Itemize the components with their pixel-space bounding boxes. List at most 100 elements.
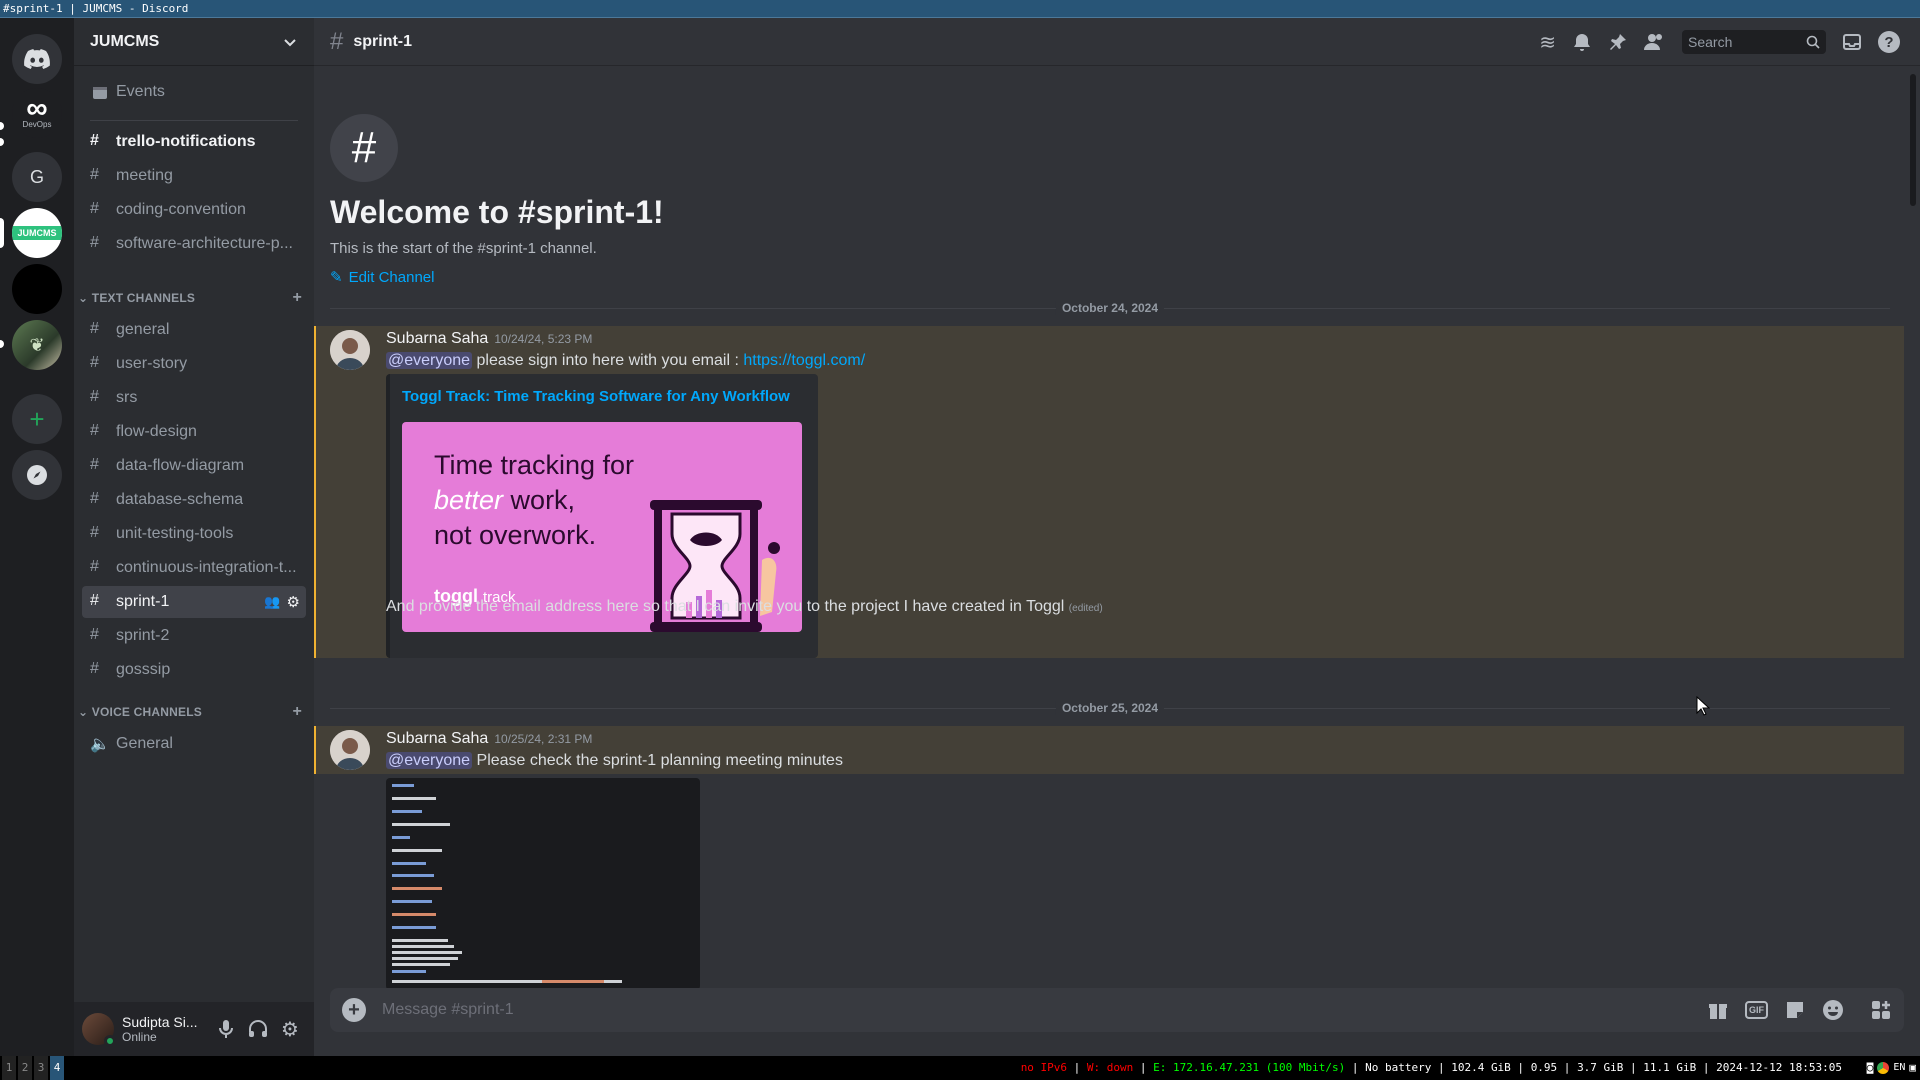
help-icon[interactable]: ? [1878,31,1900,53]
explore-servers-button[interactable] [12,450,62,500]
member-list-icon[interactable] [1644,32,1666,52]
sticker-icon[interactable] [1784,999,1806,1021]
discord-home-button[interactable] [12,34,62,84]
author-name[interactable]: Subarna Saha [386,330,488,347]
channel-label: General [116,735,173,752]
wifi-status: W: down [1086,1061,1134,1074]
chevron-down-icon: ⌄ [78,705,92,719]
image-attachment[interactable] [386,778,700,990]
notification-bell-icon[interactable] [1572,32,1592,52]
user-info[interactable]: Sudipta Si... Online [122,1014,210,1044]
server-jumcms[interactable]: JUMCMS [12,208,62,258]
emoji-icon[interactable] [1822,999,1844,1021]
search-input[interactable]: Search [1682,30,1826,54]
speaker-icon: 🔈 [90,736,110,753]
channel-general[interactable]: # general [82,314,306,346]
gift-icon[interactable] [1707,999,1729,1021]
voice-channels-category[interactable]: ⌄ VOICE CHANNELS + [78,702,310,722]
channel-srs[interactable]: # srs [82,382,306,414]
workspace-2[interactable]: 2 [18,1056,32,1080]
channel-continuous-integration[interactable]: # continuous-integration-t... [82,552,306,584]
search-placeholder: Search [1688,34,1733,50]
embed-title[interactable]: Toggl Track: Time Tracking Software for … [402,388,790,405]
channel-label: trello-notifications [116,133,256,150]
message-input[interactable]: Message #sprint-1 [382,1001,1699,1019]
workspace-3[interactable]: 3 [34,1056,48,1080]
channel-flow-design[interactable]: # flow-design [82,416,306,448]
microphone-icon[interactable] [210,1019,242,1039]
gif-icon[interactable]: GIF [1745,1001,1768,1019]
events-item[interactable]: Events [82,76,306,108]
channel-sprint-2[interactable]: # sprint-2 [82,620,306,652]
channel-header: # sprint-1 ≋ Search ? [314,18,1920,66]
workspace-4[interactable]: 4 [50,1056,64,1080]
language-indicator[interactable]: EN [1893,1056,1905,1080]
message-content: @everyone please sign into here with you… [386,352,865,370]
server-image[interactable]: ❦ [12,320,62,370]
channel-gosssip[interactable]: # gosssip [82,654,306,686]
threads-icon[interactable]: ≋ [1539,30,1556,55]
voice-channel-general[interactable]: 🔈 General [82,728,306,760]
system-statusbar: 1234 no IPv6 | W: down | E: 172.16.47.23… [0,1056,1920,1080]
unread-pill [0,340,4,348]
welcome-title: Welcome to #sprint-1! [330,194,664,230]
welcome-subtitle: This is the start of the #sprint-1 chann… [330,240,597,257]
inbox-icon[interactable] [1842,32,1862,52]
server-jumcms-label: JUMCMS [12,226,62,240]
online-status-dot [104,1035,116,1047]
edit-channel-link[interactable]: ✎ Edit Channel [330,268,434,287]
date-label: October 24, 2024 [1055,301,1165,315]
user-status: Online [122,1030,157,1044]
chevron-down-icon [282,34,298,50]
avatar[interactable] [82,1013,116,1047]
channel-unit-testing-tools[interactable]: # unit-testing-tools [82,518,306,550]
channel-software-architecture[interactable]: # software-architecture-p... [82,228,306,260]
channel-sprint-1[interactable]: # sprint-1 👥 ⚙ [82,586,306,618]
everyone-mention[interactable]: @everyone [386,752,473,769]
avatar[interactable] [330,330,370,370]
create-channel-plus-icon[interactable]: + [292,703,302,721]
server-devops[interactable]: ∞ DevOps [12,88,62,138]
channel-label: meeting [116,167,173,184]
gear-icon[interactable]: ⚙ [287,593,300,611]
channel-trello-notifications[interactable]: # trello-notifications [82,126,306,158]
create-channel-plus-icon[interactable]: + [292,289,302,307]
channel-meeting[interactable]: # meeting [82,160,306,192]
system-tray: ◙ EN ▣ [1867,1056,1916,1080]
author-name[interactable]: Subarna Saha [386,730,488,747]
monitor-tray-icon[interactable]: ▣ [1909,1056,1916,1080]
channel-label: gosssip [116,661,171,678]
channel-coding-convention[interactable]: # coding-convention [82,194,306,226]
server-header[interactable]: JUMCMS [74,18,314,66]
headphones-icon[interactable] [242,1020,274,1038]
add-attachment-plus-icon[interactable]: + [342,998,366,1022]
server-dark[interactable] [12,264,62,314]
workspace-1[interactable]: 1 [2,1056,16,1080]
user-settings-gear-icon[interactable]: ⚙ [274,1017,306,1042]
hash-icon: # [90,200,99,217]
hash-icon: # [90,524,99,541]
create-invite-icon[interactable]: 👥 [264,594,280,610]
chat-area: # sprint-1 ≋ Search ? # Welcome to #spri… [314,18,1920,1056]
username: Sudipta Si... [122,1014,198,1030]
leaf-icon: ❦ [29,334,45,355]
header-toolbar: ≋ Search ? [1539,18,1900,66]
channel-data-flow-diagram[interactable]: # data-flow-diagram [82,450,306,482]
text-channels-category[interactable]: ⌄ TEXT CHANNELS + [78,288,310,308]
scrollbar-thumb[interactable] [1910,74,1916,206]
channel-user-story[interactable]: # user-story [82,348,306,380]
chrome-tray-icon[interactable] [1877,1062,1890,1074]
apps-icon[interactable] [1870,999,1892,1021]
channel-label: sprint-1 [116,593,170,610]
add-server-button[interactable]: + [12,394,62,444]
ethernet-status: E: 172.16.47.231 (100 Mbit/s) [1153,1061,1346,1074]
avatar[interactable] [330,730,370,770]
status-info: no IPv6 | W: down | E: 172.16.47.231 (10… [1020,1061,1842,1074]
channel-label: srs [116,389,138,406]
channel-database-schema[interactable]: # database-schema [82,484,306,516]
server-g[interactable]: G [12,152,62,202]
pin-icon[interactable] [1608,32,1628,52]
everyone-mention[interactable]: @everyone [386,352,473,369]
message-link[interactable]: https://toggl.com/ [743,352,865,369]
discord-tray-icon[interactable]: ◙ [1867,1056,1874,1080]
